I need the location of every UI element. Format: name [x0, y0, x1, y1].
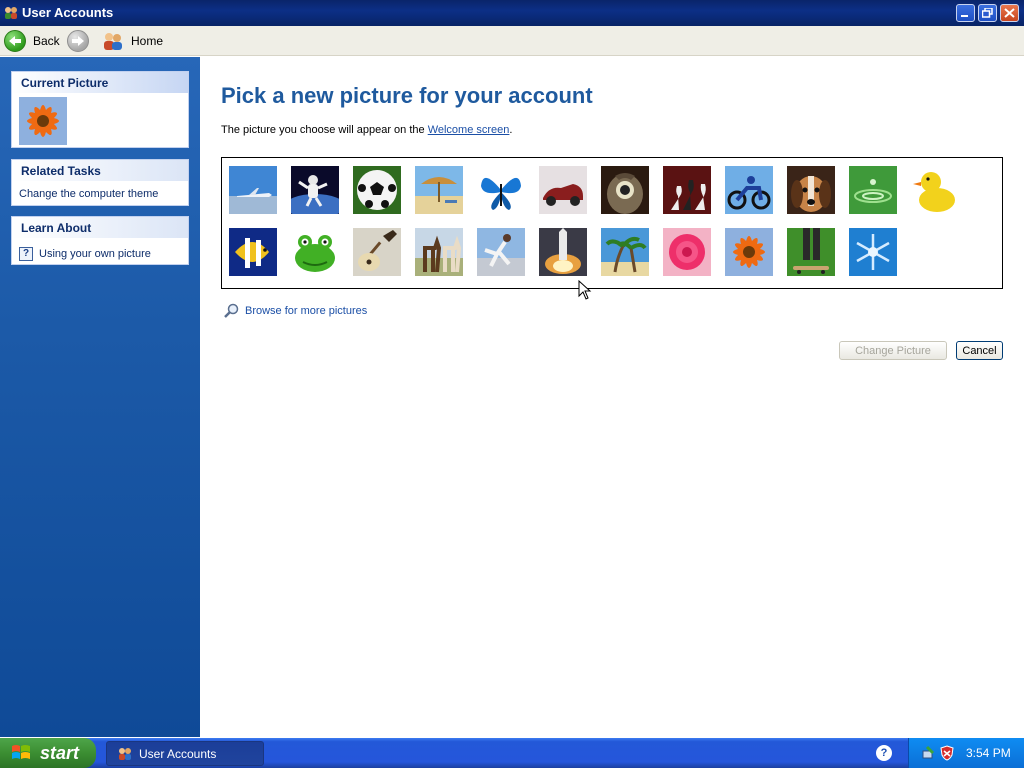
picture-kung-fu[interactable]: [477, 228, 525, 276]
system-tray: 3:54 PM: [908, 738, 1024, 768]
current-picture-header: Current Picture: [12, 72, 188, 94]
picture-frog[interactable]: [291, 228, 339, 276]
picture-shuttle[interactable]: [539, 228, 587, 276]
using-own-picture-link[interactable]: ? Using your own picture: [19, 245, 181, 261]
cancel-button[interactable]: Cancel: [956, 341, 1003, 360]
start-button[interactable]: start: [0, 738, 96, 768]
home-label: Home: [131, 34, 164, 48]
current-picture-panel: Current Picture: [11, 71, 189, 148]
main-content: Pick a new picture for your account The …: [200, 57, 1024, 737]
picture-rose[interactable]: [663, 228, 711, 276]
learn-about-panel: Learn About ? Using your own picture: [11, 216, 189, 265]
start-label: start: [40, 742, 80, 763]
picture-soccer-ball[interactable]: [353, 166, 401, 214]
taskbar: start User Accounts ? 3:54 PM: [0, 738, 1024, 768]
minimize-button[interactable]: [956, 4, 975, 22]
picture-chess[interactable]: [663, 166, 711, 214]
security-shield-icon[interactable]: [939, 745, 955, 761]
help-icon: ?: [19, 247, 33, 261]
help-tray-icon[interactable]: ?: [876, 745, 892, 761]
browse-label: Browse for more pictures: [245, 305, 368, 317]
change-theme-link[interactable]: Change the computer theme: [12, 182, 188, 206]
taskbar-user-accounts-button[interactable]: User Accounts: [106, 741, 264, 766]
picture-fish[interactable]: [229, 228, 277, 276]
learn-about-header: Learn About: [12, 217, 188, 239]
related-tasks-panel: Related Tasks Change the computer theme: [11, 159, 189, 206]
back-label: Back: [33, 34, 60, 48]
picture-car[interactable]: [539, 166, 587, 214]
clock: 3:54 PM: [966, 746, 1011, 760]
picture-skateboard[interactable]: [787, 228, 835, 276]
picture-owl[interactable]: [601, 166, 649, 214]
picture-butterfly[interactable]: [477, 166, 525, 214]
page-title: Pick a new picture for your account: [221, 83, 593, 108]
picture-airplane[interactable]: [229, 166, 277, 214]
related-tasks-header: Related Tasks: [12, 160, 188, 182]
picture-motorcycle[interactable]: [725, 166, 773, 214]
windows-logo-icon: [12, 745, 30, 759]
network-tray-icon[interactable]: [921, 745, 937, 761]
forward-arrow-icon: [67, 30, 89, 52]
picture-grid: [221, 157, 1003, 289]
picture-drip[interactable]: [849, 166, 897, 214]
picture-snowflake[interactable]: [849, 228, 897, 276]
close-button[interactable]: [1000, 4, 1019, 22]
back-button[interactable]: Back: [4, 30, 60, 52]
picture-flower[interactable]: [725, 228, 773, 276]
picture-dog[interactable]: [787, 166, 835, 214]
back-arrow-icon: [4, 30, 26, 52]
user-accounts-icon: [5, 7, 17, 19]
minimize-icon: [961, 15, 968, 17]
user-accounts-home-icon: [104, 33, 122, 50]
picture-beach[interactable]: [415, 166, 463, 214]
task-pane: Current Picture Related Tasks Change the…: [0, 57, 200, 737]
title-bar: User Accounts: [0, 0, 1024, 26]
browse-more-pictures-link[interactable]: Browse for more pictures: [223, 303, 367, 319]
restore-icon: [982, 8, 993, 18]
forward-button[interactable]: [67, 30, 89, 52]
home-button[interactable]: Home: [102, 30, 163, 52]
user-accounts-task-icon: [119, 747, 131, 760]
picture-astronaut[interactable]: [291, 166, 339, 214]
magnifier-icon: [224, 303, 239, 318]
description-text: The picture you choose will appear on th…: [221, 124, 513, 136]
toolbar: Back Home: [0, 26, 1024, 56]
change-picture-button[interactable]: Change Picture: [839, 341, 947, 360]
window-title: User Accounts: [22, 5, 114, 20]
picture-guitar[interactable]: [353, 228, 401, 276]
picture-duck[interactable]: [911, 166, 959, 214]
current-picture-thumbnail: [19, 97, 67, 145]
task-label: User Accounts: [139, 746, 217, 761]
welcome-screen-link[interactable]: Welcome screen: [428, 124, 510, 136]
restore-button[interactable]: [978, 4, 997, 22]
close-icon: [1004, 8, 1015, 18]
picture-palm-trees[interactable]: [601, 228, 649, 276]
picture-horses[interactable]: [415, 228, 463, 276]
using-own-picture-label: Using your own picture: [39, 248, 151, 260]
